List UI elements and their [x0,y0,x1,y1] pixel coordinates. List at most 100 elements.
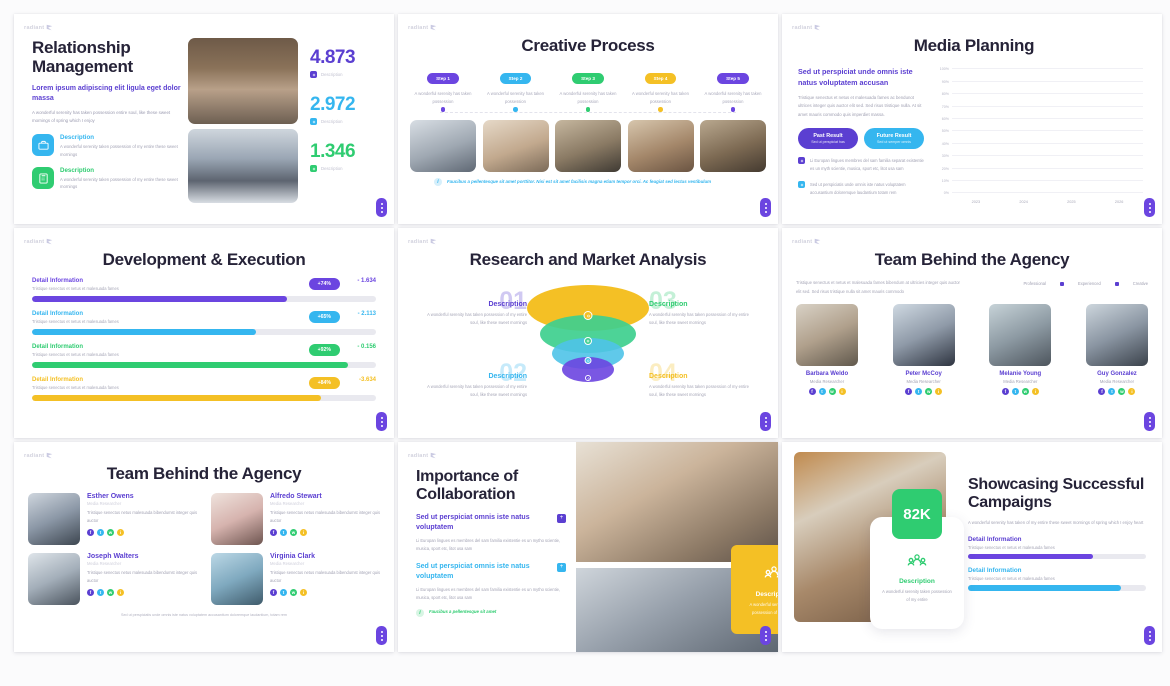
page-title: Media Planning [913,36,1035,55]
percent-badge: +84% [308,377,340,390]
instagram-icon[interactable]: i [935,388,943,396]
progress-track [32,395,376,402]
legend: Professional Experienced Creative [1023,279,1148,286]
plus-icon[interactable]: + [557,562,566,572]
team-member-item[interactable]: Esther Owens Media Researcher Tristique se… [28,493,197,546]
slide-team-behind-agency-2[interactable]: radiant Team Behind the Agency Esther Ow… [14,442,394,652]
member-text: Tristique senectus netus malesuada biben… [87,510,197,524]
slide-showcasing-successful-campaigns[interactable]: 82K Description A wonderful serenity tak… [782,442,1162,652]
funnel-badge-3 [584,357,592,365]
social-icon[interactable]: t [97,529,104,537]
progress-track [32,362,376,369]
social-icon[interactable]: i [300,589,307,597]
social-icon[interactable]: i [300,529,307,537]
legend-label: Professional [1023,281,1046,287]
past-result-button[interactable]: Past Result Sed ut perspiciat has [798,128,858,150]
future-result-button[interactable]: Future Result Sed ut semper omnis [864,128,924,150]
social-icon[interactable]: f [87,529,94,537]
slide-team-behind-agency-1[interactable]: radiant Team Behind the Agency Tristique… [782,228,1162,438]
card-title: Description [899,578,935,585]
facebook-icon[interactable]: f [1001,388,1009,396]
slide-options-button[interactable] [376,412,387,431]
team-member-card[interactable]: Barbara Weldo Media Researcher f t w i [796,304,858,396]
whatsapp-icon[interactable]: w [828,388,836,396]
member-role: Media Researcher [87,501,122,507]
slide-creative-process[interactable]: radiant Creative Process Step 1 A wonder… [398,14,778,224]
team-member-card[interactable]: Melanie Young Media Researcher f t w i [989,304,1052,396]
stat-value: 2.972 [310,94,356,115]
twitter-icon[interactable]: t [818,388,826,396]
social-links: ftwi [893,388,955,396]
step-item: Step 4 A wonderful serenity has taken po… [628,67,694,106]
chart-gridline: 30% [942,154,1143,158]
workshop-photo [410,120,476,173]
plus-icon [798,181,805,189]
facebook-icon[interactable]: f [808,388,816,396]
slide-options-button[interactable] [760,626,771,645]
team-member-card[interactable]: Guy Gonzalez Media Researcher f t w i [1085,304,1148,396]
team-member-item[interactable]: Virginia Clark Media Researcher Tristique … [211,553,380,606]
slide-research-market-analysis[interactable]: radiant Research and Market Analysis 01 … [398,228,778,438]
slide-options-button[interactable] [376,198,387,217]
slide-options-button[interactable] [1144,626,1155,645]
slide-options-button[interactable] [376,626,387,645]
page-title: Research and Market Analysis [469,250,707,269]
chart-x-tick: 2023 [971,200,981,205]
instagram-icon[interactable]: i [1128,388,1136,396]
feature-item: Description A wonderful serenity taken p… [32,134,182,158]
whatsapp-icon[interactable]: w [925,388,933,396]
whatsapp-icon[interactable]: w [1118,388,1126,396]
social-icon[interactable]: f [270,529,277,537]
social-icon[interactable]: t [97,589,104,597]
member-photo [892,304,955,367]
social-icon[interactable]: w [107,529,114,537]
team-member-card[interactable]: Peter McCoy Media Researcher f t w i [892,304,955,396]
social-links: ftwi [1086,388,1148,396]
social-icon[interactable]: w [290,589,297,597]
social-icon[interactable]: t [280,529,287,537]
twitter-icon[interactable]: t [1011,388,1019,396]
footnote-text: Faucibus a pellentesque sit amet porttit… [447,179,712,185]
twitter-icon[interactable]: t [1108,388,1116,396]
plus-icon [798,157,805,165]
slide-relationship-management[interactable]: radiant Relationship Management Lorem ip… [14,14,394,224]
social-icon[interactable]: i [117,589,124,597]
progress-track [32,296,376,303]
twitter-icon[interactable]: t [915,388,923,396]
slide-importance-of-collaboration[interactable]: radiant Importance of Collaboration Sed … [398,442,778,652]
social-icon[interactable]: f [87,589,94,597]
instagram-icon[interactable]: i [838,388,846,396]
team-member-item[interactable]: Alfredo Stewart Media Researcher Tristique… [211,493,380,546]
stat-item: 2.972 Description [310,95,380,125]
chart-gridline: 50% [942,129,1143,133]
progress-row: Detail Information Tristique senectus et … [32,344,376,369]
slide-options-button[interactable] [760,412,771,431]
social-icon[interactable]: t [280,589,287,597]
slide-options-button[interactable] [760,198,771,217]
chart-y-tick: 100% [939,67,949,72]
chart-gridline: 40% [942,142,1143,146]
member-role: Media Researcher [809,379,845,385]
slide-options-button[interactable] [1144,198,1155,217]
team-member-item[interactable]: Joseph Walters Media Researcher Tristique … [28,553,197,606]
row-value: - 2.113 [357,311,376,318]
slide-development-execution[interactable]: radiant Development & Execution Detail I… [14,228,394,438]
stats-column: 4.873 Description 2.972 Description 1.34… [310,38,380,214]
instagram-icon[interactable]: i [1031,388,1039,396]
chart-y-tick: 80% [941,92,949,97]
whatsapp-icon[interactable]: w [1021,388,1029,396]
facebook-icon[interactable]: f [905,388,913,396]
slide-media-planning[interactable]: radiant Media Planning Sed ut perspiciat… [782,14,1162,224]
page-title: Creative Process [521,36,655,55]
slide-options-button[interactable] [1144,412,1155,431]
social-icon[interactable]: i [117,529,124,537]
row-subtitle: Tristique senectus et netus et malesuada… [32,286,119,292]
social-icon[interactable]: f [270,589,277,597]
facebook-icon[interactable]: f [1098,388,1106,396]
social-icon[interactable]: w [290,529,297,537]
stat-item: 1.346 Description [310,142,380,172]
plus-icon[interactable]: + [557,513,566,523]
step-item: Step 5 A wonderful serenity has taken po… [700,67,766,106]
social-icon[interactable]: w [107,589,114,597]
bullet-item: Li Europan lingues membres del sam famil… [798,157,926,173]
